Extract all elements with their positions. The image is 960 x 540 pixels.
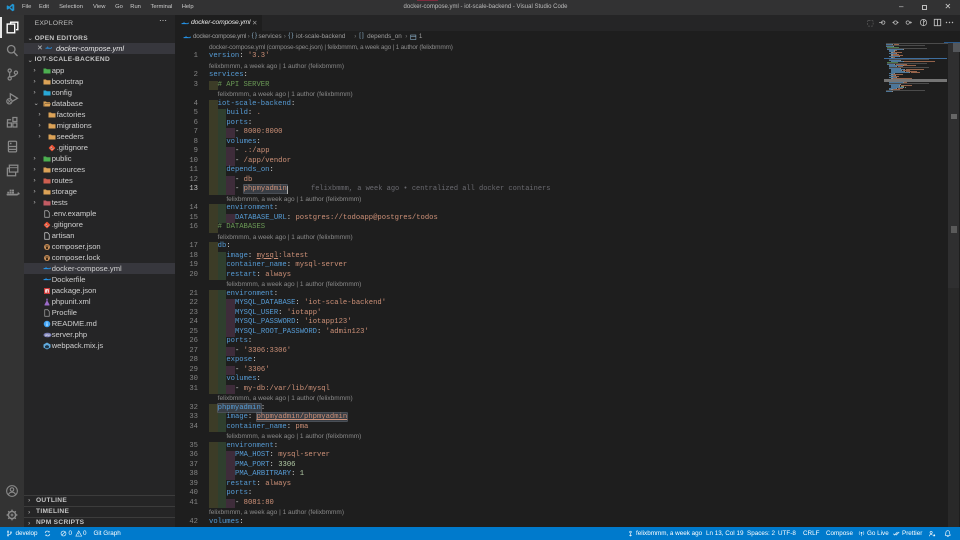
svg-text:php: php xyxy=(44,333,49,337)
